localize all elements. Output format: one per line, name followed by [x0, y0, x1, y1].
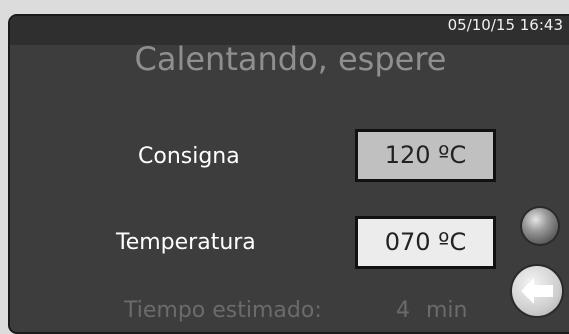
setpoint-label: Consigna	[138, 144, 240, 169]
setpoint-value: 120 ºC	[355, 129, 496, 182]
temperature-label: Temperatura	[116, 230, 256, 255]
back-button[interactable]	[512, 266, 562, 316]
temperature-value: 070 ºC	[355, 216, 496, 269]
page-title: Calentando, espere	[134, 40, 447, 78]
datetime-display: 05/10/15 16:43	[447, 16, 563, 34]
back-arrow-icon	[521, 278, 553, 304]
estimated-time-label: Tiempo estimado:	[124, 298, 322, 323]
status-led-icon	[522, 208, 558, 244]
estimated-time-value: 4	[396, 298, 410, 323]
estimated-time-unit: min	[426, 298, 468, 323]
